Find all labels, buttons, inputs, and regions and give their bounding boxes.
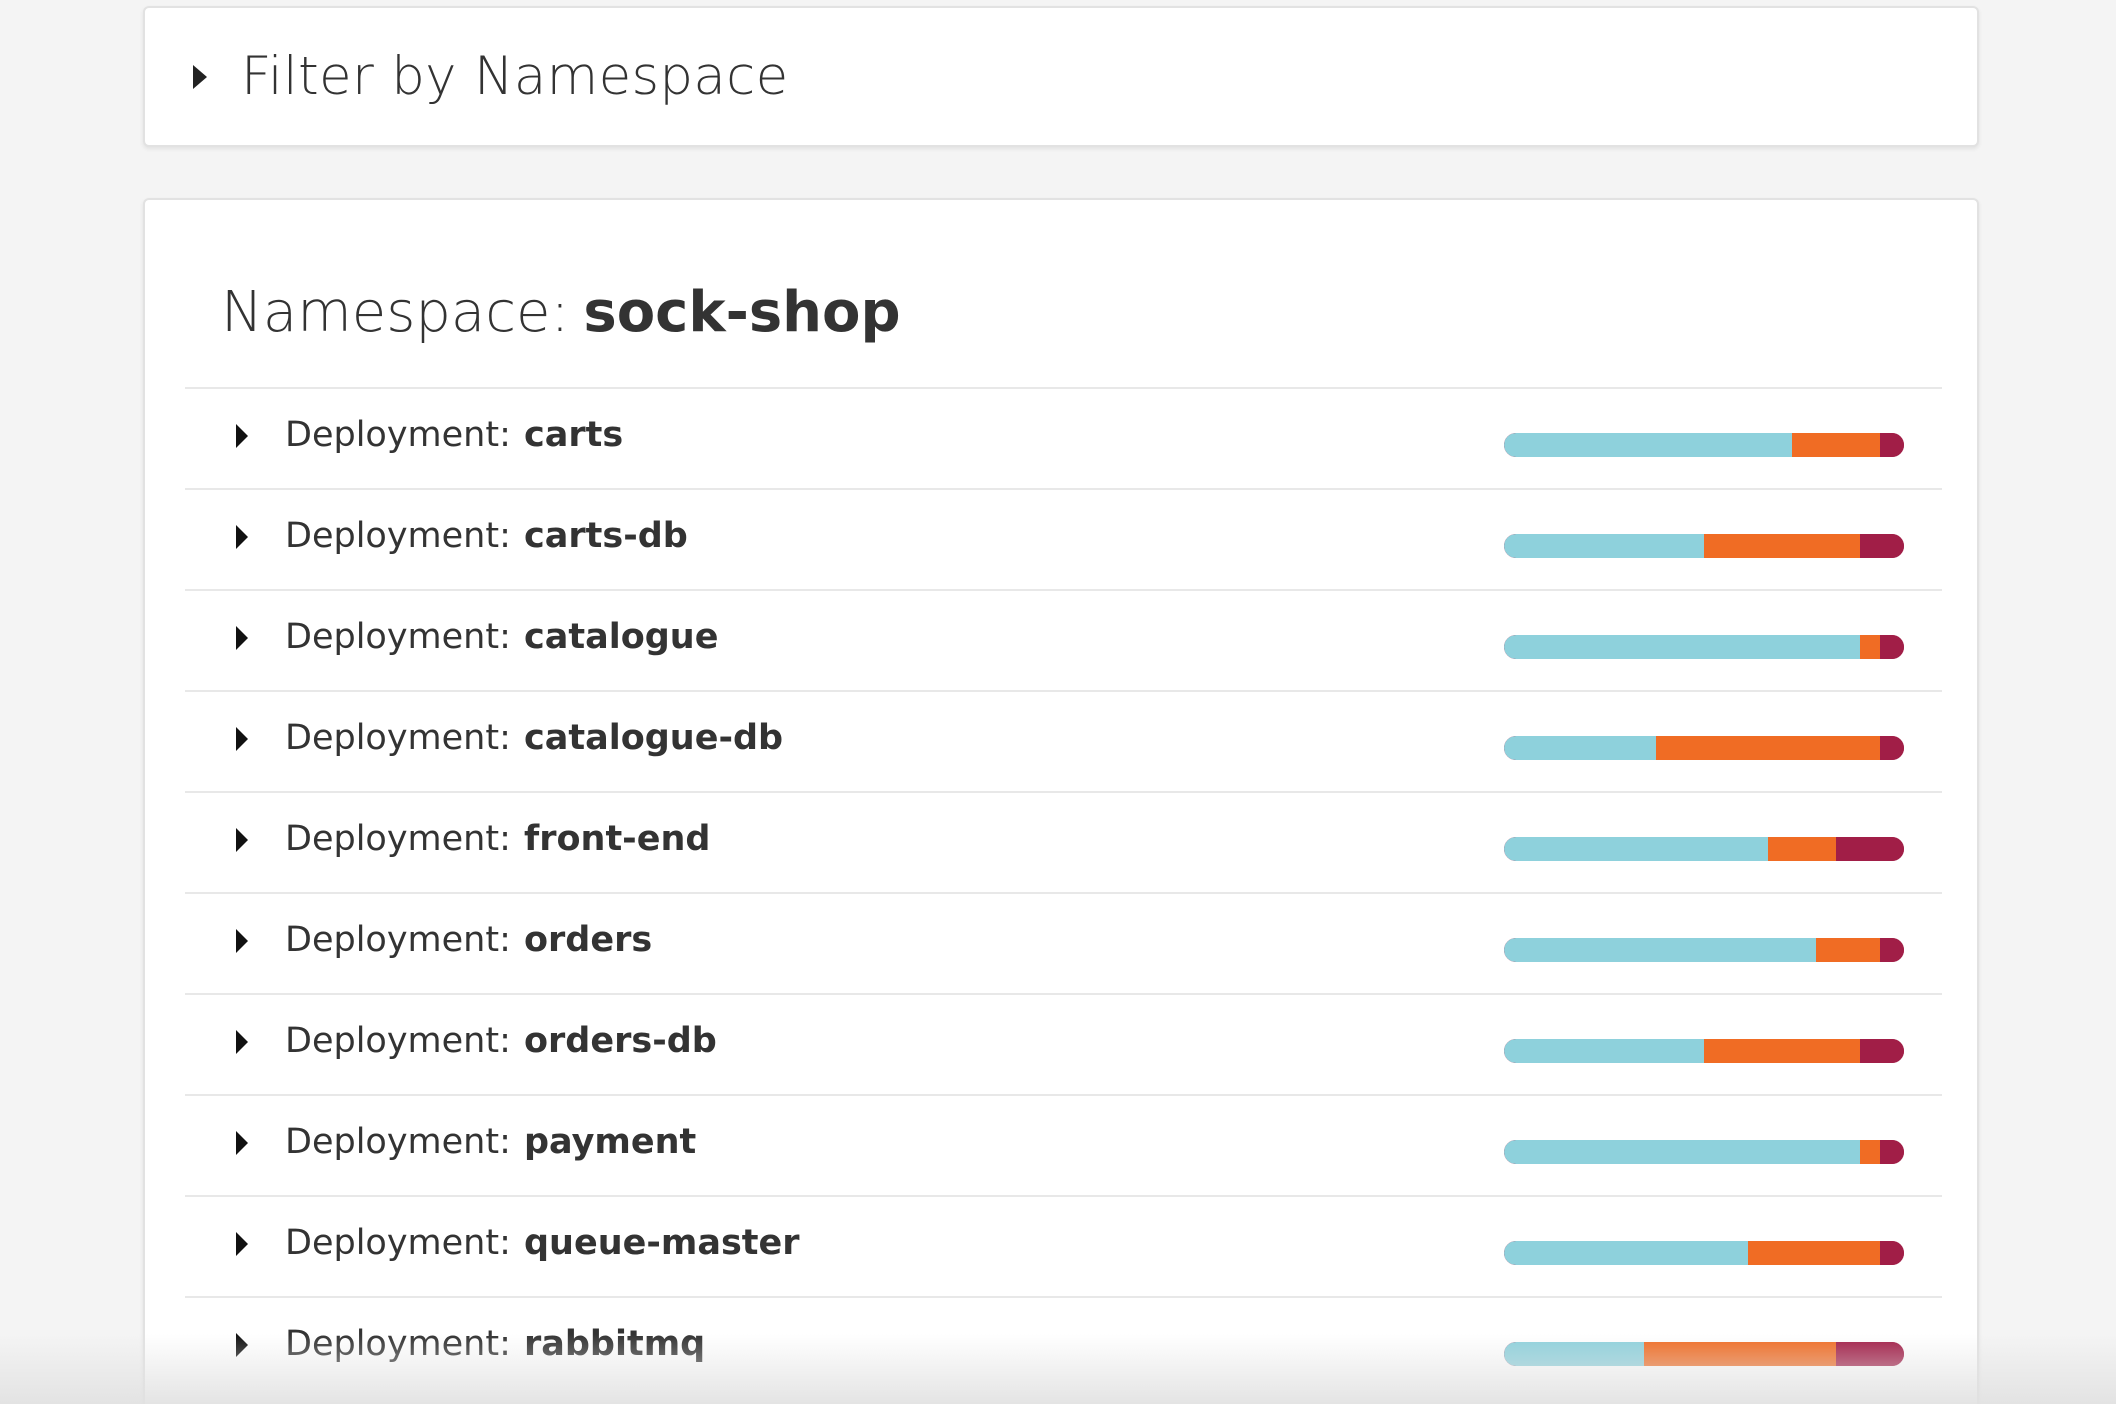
usage-segment-b	[1816, 938, 1880, 962]
usage-segment-a	[1504, 837, 1768, 861]
caret-right-icon[interactable]	[236, 1333, 248, 1357]
resource-usage-bar	[1504, 635, 1904, 659]
caret-right-icon	[193, 64, 207, 89]
usage-segment-a	[1504, 736, 1656, 760]
deployment-label: Deployment:	[285, 1324, 511, 1364]
deployment-label: Deployment:	[285, 819, 511, 859]
caret-right-icon[interactable]	[236, 424, 248, 448]
namespace-panel: Namespace: sock-shop Deployment: carts Depl…	[143, 198, 1979, 1404]
usage-segment-a	[1504, 938, 1816, 962]
resource-usage-bar	[1504, 837, 1904, 861]
deployment-row[interactable]: Deployment: catalogue	[185, 589, 1942, 690]
usage-segment-b	[1704, 534, 1860, 558]
usage-segment-b	[1768, 837, 1836, 861]
resource-usage-bar	[1504, 736, 1904, 760]
usage-segment-a	[1504, 433, 1792, 457]
deployment-name: orders	[524, 920, 653, 960]
deployment-row[interactable]: Deployment: queue-master	[185, 1195, 1942, 1296]
usage-segment-b	[1704, 1039, 1860, 1063]
deployment-row[interactable]: Deployment: payment	[185, 1094, 1942, 1195]
namespace-name: sock-shop	[583, 280, 901, 345]
deployment-label: Deployment:	[285, 718, 511, 758]
deployment-label: Deployment:	[285, 1021, 511, 1061]
resource-usage-bar	[1504, 433, 1904, 457]
resource-usage-bar	[1504, 1342, 1904, 1366]
deployment-label: Deployment:	[285, 516, 511, 556]
filter-by-namespace-toggle[interactable]: Filter by Namespace	[143, 6, 1979, 147]
usage-segment-c	[1880, 1140, 1904, 1164]
caret-right-icon[interactable]	[236, 828, 248, 852]
resource-usage-bar	[1504, 1140, 1904, 1164]
deployment-name: rabbitmq	[524, 1324, 706, 1364]
usage-segment-b	[1644, 1342, 1836, 1366]
deployment-name: carts	[524, 415, 624, 455]
deployment-name: payment	[524, 1122, 697, 1162]
page: Filter by Namespace Namespace: sock-shop …	[0, 0, 2116, 1404]
usage-segment-c	[1860, 534, 1904, 558]
usage-segment-a	[1504, 534, 1704, 558]
deployment-row[interactable]: Deployment: carts	[185, 387, 1942, 488]
usage-segment-c	[1880, 433, 1904, 457]
usage-segment-c	[1880, 635, 1904, 659]
usage-segment-c	[1860, 1039, 1904, 1063]
usage-segment-a	[1504, 1039, 1704, 1063]
usage-segment-b	[1860, 635, 1880, 659]
deployment-row[interactable]: Deployment: orders-db	[185, 993, 1942, 1094]
deployment-label: Deployment:	[285, 1122, 511, 1162]
usage-segment-b	[1748, 1241, 1880, 1265]
usage-segment-a	[1504, 1140, 1860, 1164]
namespace-heading: Namespace: sock-shop	[221, 280, 901, 345]
resource-usage-bar	[1504, 1241, 1904, 1265]
resource-usage-bar	[1504, 938, 1904, 962]
caret-right-icon[interactable]	[236, 1232, 248, 1256]
caret-right-icon[interactable]	[236, 525, 248, 549]
deployment-row[interactable]: Deployment: front-end	[185, 791, 1942, 892]
usage-segment-c	[1880, 1241, 1904, 1265]
caret-right-icon[interactable]	[236, 1030, 248, 1054]
usage-segment-c	[1880, 736, 1904, 760]
deployment-row[interactable]: Deployment: catalogue-db	[185, 690, 1942, 791]
deployment-label: Deployment:	[285, 920, 511, 960]
usage-segment-b	[1860, 1140, 1880, 1164]
deployment-label: Deployment:	[285, 415, 511, 455]
usage-segment-c	[1880, 938, 1904, 962]
deployment-name: front-end	[524, 819, 711, 859]
usage-segment-a	[1504, 1241, 1748, 1265]
resource-usage-bar	[1504, 534, 1904, 558]
namespace-label: Namespace:	[221, 280, 570, 345]
resource-usage-bar	[1504, 1039, 1904, 1063]
deployment-row[interactable]: Deployment: carts-db	[185, 488, 1942, 589]
caret-right-icon[interactable]	[236, 1131, 248, 1155]
usage-segment-b	[1656, 736, 1880, 760]
usage-segment-a	[1504, 1342, 1644, 1366]
deployment-name: catalogue	[524, 617, 719, 657]
caret-right-icon[interactable]	[236, 727, 248, 751]
deployment-name: carts-db	[524, 516, 688, 556]
deployment-list: Deployment: carts Deployment: carts-db Deplo…	[185, 387, 1942, 1397]
deployment-label: Deployment:	[285, 1223, 511, 1263]
usage-segment-c	[1836, 837, 1904, 861]
caret-right-icon[interactable]	[236, 626, 248, 650]
caret-right-icon[interactable]	[236, 929, 248, 953]
deployment-name: queue-master	[524, 1223, 800, 1263]
filter-title: Filter by Namespace	[241, 46, 789, 107]
deployment-name: catalogue-db	[524, 718, 784, 758]
deployment-label: Deployment:	[285, 617, 511, 657]
usage-segment-a	[1504, 635, 1860, 659]
deployment-row[interactable]: Deployment: orders	[185, 892, 1942, 993]
usage-segment-b	[1792, 433, 1880, 457]
deployment-row[interactable]: Deployment: rabbitmq	[185, 1296, 1942, 1397]
deployment-name: orders-db	[524, 1021, 717, 1061]
usage-segment-c	[1836, 1342, 1904, 1366]
